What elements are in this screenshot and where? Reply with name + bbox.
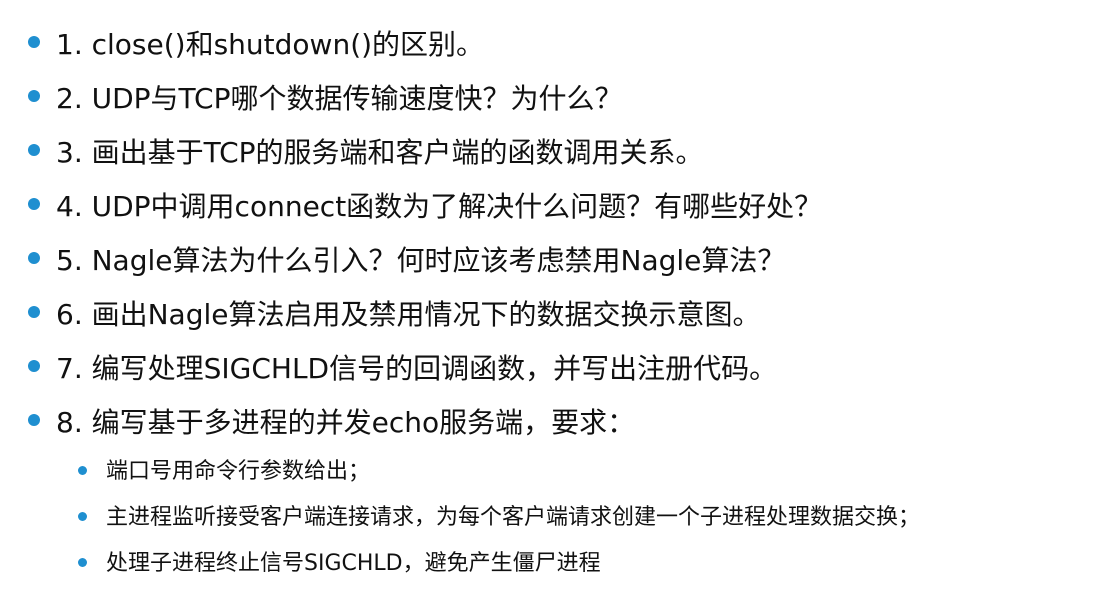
bullet-icon (28, 360, 40, 372)
list-item-text: 3. 画出基于TCP的服务端和客户端的函数调用关系。 (56, 136, 704, 169)
list-item-text: 2. UDP与TCP哪个数据传输速度快？为什么？ (56, 82, 623, 115)
list-item-text: 7. 编写处理SIGCHLD信号的回调函数，并写出注册代码。 (56, 352, 778, 385)
bullet-icon (28, 414, 40, 426)
bullet-icon (28, 306, 40, 318)
sub-bullet-icon (78, 466, 87, 475)
sub-list-item-text: 端口号用命令行参数给出； (106, 459, 371, 484)
sub-bullet-icon (78, 512, 87, 521)
bullet-icon (28, 198, 40, 210)
bullet-icon (28, 36, 40, 48)
bullet-icon (28, 90, 40, 102)
sub-list-item-text: 主进程监听接受客户端连接请求，为每个客户端请求创建一个子进程处理数据交换； (106, 505, 921, 530)
sub-list-item-text: 处理子进程终止信号SIGCHLD，避免产生僵尸进程 (106, 551, 601, 576)
bullet-icon (28, 252, 40, 264)
list-item-text: 4. UDP中调用connect函数为了解决什么问题？有哪些好处？ (56, 190, 823, 223)
list-item-text: 1. close()和shutdown()的区别。 (56, 28, 485, 61)
list-item-text: 6. 画出Nagle算法启用及禁用情况下的数据交换示意图。 (56, 298, 761, 331)
slide: 1. close()和shutdown()的区别。 2. UDP与TCP哪个数据… (0, 0, 1110, 604)
list-item-text: 8. 编写基于多进程的并发echo服务端，要求： (56, 406, 636, 439)
list-item-text: 5. Nagle算法为什么引入？何时应该考虑禁用Nagle算法？ (56, 244, 786, 277)
bullet-icon (28, 144, 40, 156)
sub-bullet-icon (78, 558, 87, 567)
